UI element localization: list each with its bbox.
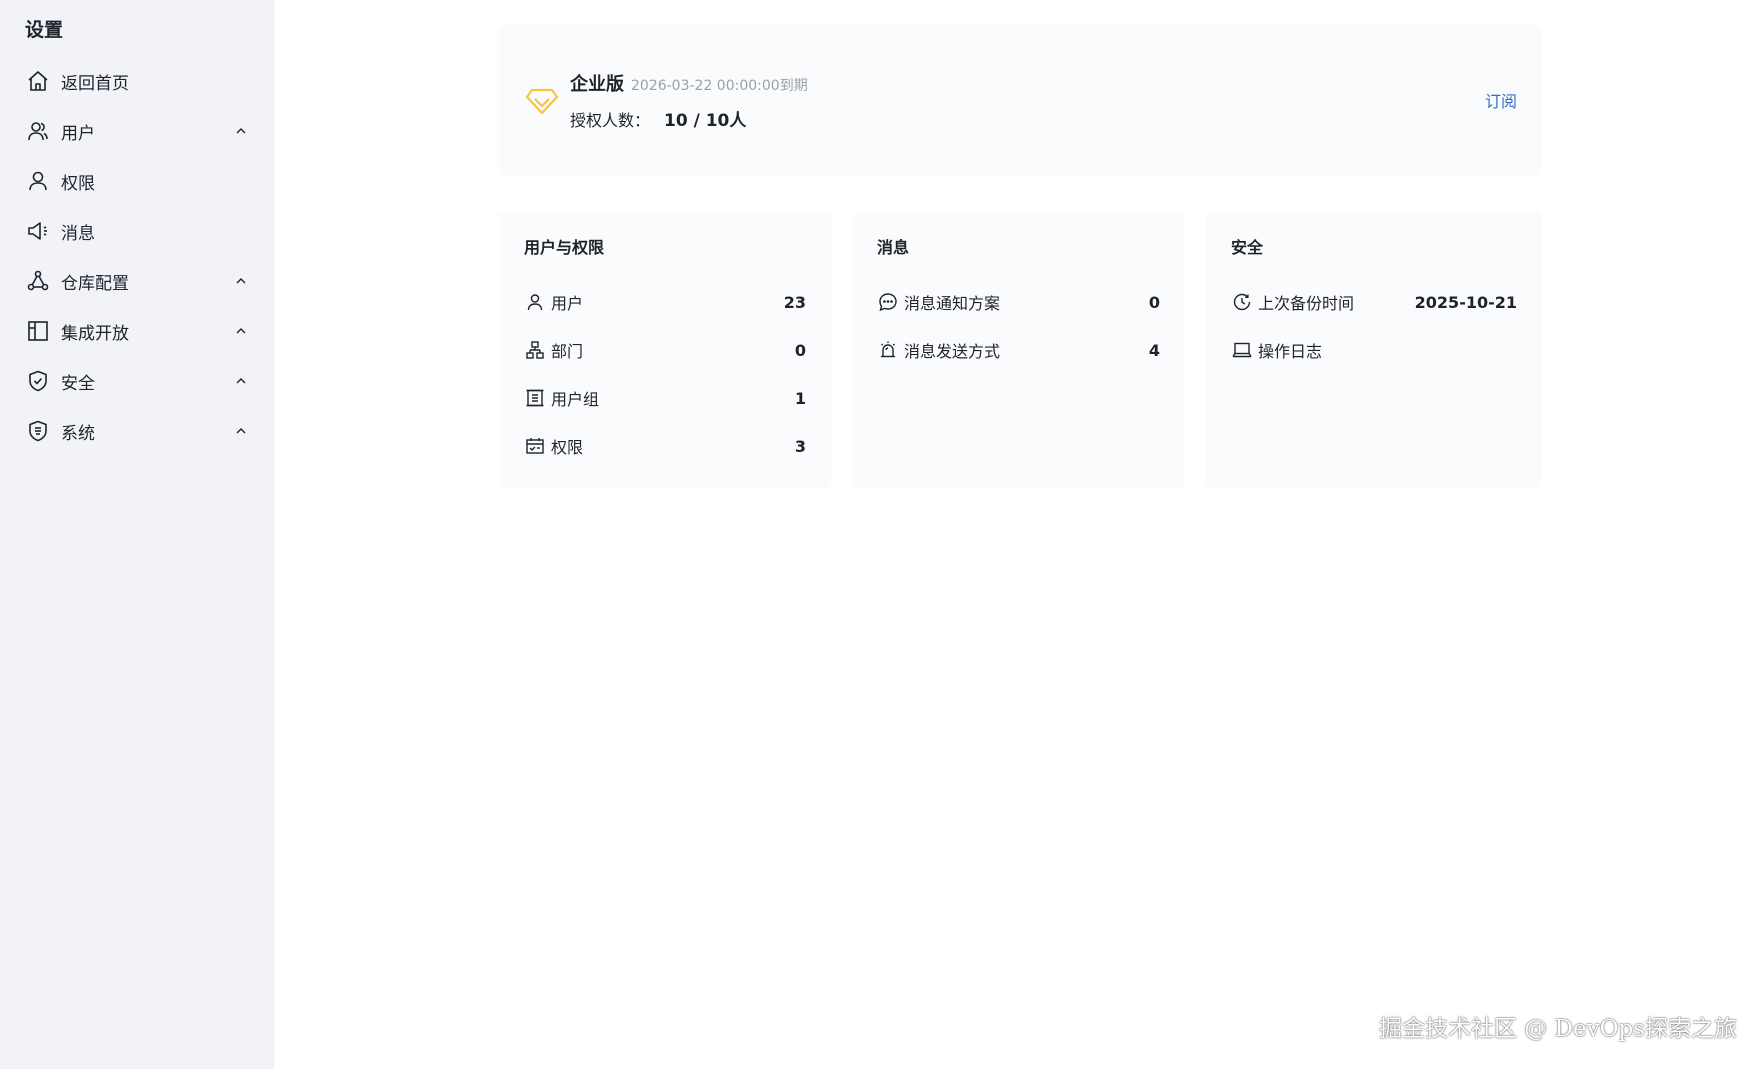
license-seats-label: 授权人数： (570, 110, 651, 130)
sidebar-item-label: 消息 (61, 223, 95, 244)
stat-label: 操作日志 (1258, 342, 1323, 361)
stat-label: 用户组 (551, 390, 600, 409)
stat-row-permissions[interactable]: 权限 3 (524, 422, 806, 470)
settings-app: 设置 返回首页 用户 权限 消息 仓库配置 集成开放 安全 系统 企业版 202… (0, 0, 1763, 1069)
stat-value: 0 (794, 340, 806, 360)
shield-badge-icon (25, 418, 51, 444)
stat-label: 部门 (551, 342, 584, 361)
messages-card: 消息 消息通知方案 0 消息发送方式 4 (852, 212, 1185, 488)
calendar-check-icon (524, 435, 546, 457)
license-edition: 企业版 (570, 73, 624, 95)
card-title: 安全 (1231, 238, 1264, 257)
sidebar-item-messages[interactable]: 消息 (0, 206, 273, 256)
sidebar-item-label: 系统 (61, 423, 95, 444)
sidebar-item-label: 用户 (61, 123, 95, 144)
megaphone-icon (25, 218, 51, 244)
license-info: 企业版 2026-03-22 00:00:00到期 授权人数： 10 / 10人 (570, 70, 1485, 131)
stat-row-last-backup[interactable]: 上次备份时间 2025-10-21 (1231, 278, 1517, 326)
users-icon (25, 118, 51, 144)
org-chart-icon (524, 339, 546, 361)
stat-label: 消息发送方式 (904, 342, 1001, 361)
sidebar-item-security[interactable]: 安全 (0, 356, 273, 406)
sidebar-item-system[interactable]: 系统 (0, 406, 273, 456)
stat-row-notification-schemes[interactable]: 消息通知方案 0 (877, 278, 1160, 326)
diamond-icon (524, 82, 560, 118)
chevron-up-icon[interactable] (234, 124, 248, 138)
clock-icon (1231, 291, 1253, 313)
stat-label: 消息通知方案 (904, 294, 1001, 313)
stat-row-users[interactable]: 用户 23 (524, 278, 806, 326)
card-title: 消息 (877, 238, 910, 257)
chevron-up-icon[interactable] (234, 274, 248, 288)
stat-row-departments[interactable]: 部门 0 (524, 326, 806, 374)
nodes-icon (25, 268, 51, 294)
stat-label: 上次备份时间 (1258, 294, 1355, 313)
sidebar-item-integration[interactable]: 集成开放 (0, 306, 273, 356)
main-content: 企业版 2026-03-22 00:00:00到期 授权人数： 10 / 10人… (274, 0, 1763, 1069)
card-title: 用户与权限 (524, 238, 605, 257)
shield-check-icon (25, 368, 51, 394)
home-icon (25, 68, 51, 94)
sidebar-item-label: 返回首页 (61, 73, 129, 94)
sidebar-item-repo-config[interactable]: 仓库配置 (0, 256, 273, 306)
license-card: 企业版 2026-03-22 00:00:00到期 授权人数： 10 / 10人… (499, 25, 1542, 175)
stat-value: 0 (1148, 292, 1160, 312)
stat-value: 4 (1148, 340, 1160, 360)
watermark: 掘金技术社区 @ DevOps探索之旅 (1378, 1016, 1737, 1042)
sidebar-item-home[interactable]: 返回首页 (0, 56, 273, 106)
stat-label: 权限 (551, 438, 584, 457)
stat-row-send-methods[interactable]: 消息发送方式 4 (877, 326, 1160, 374)
sidebar-item-permissions[interactable]: 权限 (0, 156, 273, 206)
sidebar-title: 设置 (25, 19, 64, 41)
group-icon (524, 387, 546, 409)
stat-value: 1 (794, 388, 806, 408)
chevron-up-icon[interactable] (234, 374, 248, 388)
sidebar-nav: 返回首页 用户 权限 消息 仓库配置 集成开放 安全 系统 (0, 56, 273, 456)
layout-icon (25, 318, 51, 344)
stat-value: 3 (794, 436, 806, 456)
license-expire-date: 2026-03-22 00:00:00到期 (631, 77, 808, 94)
stat-value: 2025-10-21 (1414, 292, 1517, 312)
user-icon (25, 168, 51, 194)
sidebar-item-label: 仓库配置 (61, 273, 129, 294)
laptop-icon (1231, 339, 1253, 361)
stat-label: 用户 (551, 294, 584, 313)
stat-row-operation-log[interactable]: 操作日志 (1231, 326, 1517, 374)
chat-bubble-icon (877, 291, 899, 313)
sidebar-item-label: 权限 (61, 173, 95, 194)
security-card: 安全 上次备份时间 2025-10-21 操作日志 (1206, 212, 1542, 488)
chevron-up-icon[interactable] (234, 424, 248, 438)
subscribe-link[interactable]: 订阅 (1485, 88, 1517, 112)
sidebar-item-users[interactable]: 用户 (0, 106, 273, 156)
chevron-up-icon[interactable] (234, 324, 248, 338)
users-permissions-card: 用户与权限 用户 23 部门 0 用户组 1 权限 3 (499, 212, 831, 488)
stat-value: 23 (783, 292, 806, 312)
license-seats-value: 10 / 10人 (664, 110, 747, 131)
alarm-icon (877, 339, 899, 361)
sidebar: 设置 返回首页 用户 权限 消息 仓库配置 集成开放 安全 系统 (0, 0, 274, 1069)
sidebar-item-label: 集成开放 (61, 323, 129, 344)
sidebar-item-label: 安全 (61, 373, 95, 394)
stat-row-user-groups[interactable]: 用户组 1 (524, 374, 806, 422)
user-icon (524, 291, 546, 313)
